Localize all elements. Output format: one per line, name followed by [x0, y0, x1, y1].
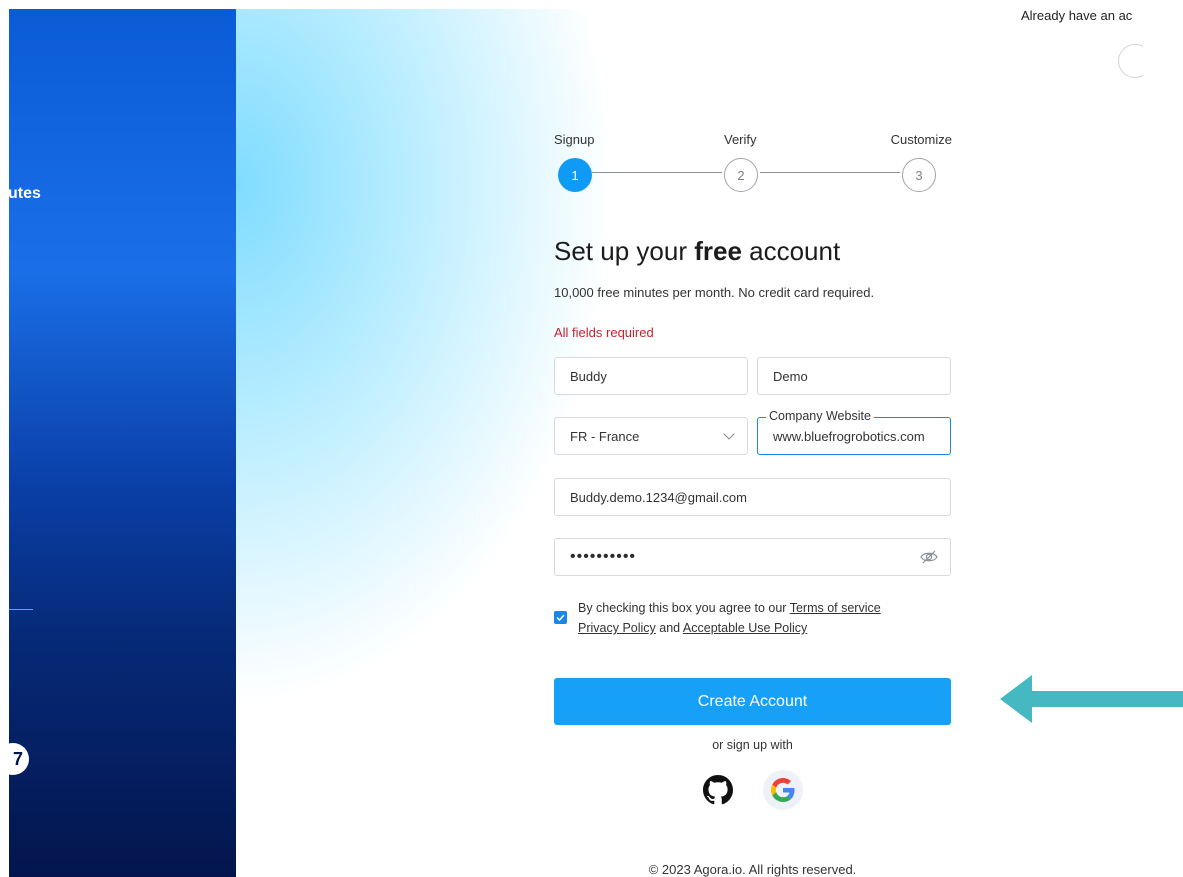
company-website-value: www.bluefrogrobotics.com [773, 428, 925, 444]
step-customize-label: Customize [890, 132, 952, 147]
page-title: Set up your free account [554, 236, 841, 266]
hero-badge: 7 [9, 743, 29, 775]
email-input[interactable]: Buddy.demo.1234@gmail.com [554, 478, 951, 516]
copyright-footer: © 2023 Agora.io. All rights reserved. [648, 862, 857, 877]
first-name-input[interactable]: Buddy [554, 357, 748, 395]
step-signup-label: Signup [554, 132, 595, 147]
password-input[interactable]: •••••••••• [554, 538, 951, 576]
checkmark-icon [556, 614, 565, 621]
required-note: All fields required [554, 325, 654, 340]
terms-of-service-link[interactable]: Terms of service [790, 601, 881, 615]
signup-stepper: Signup Verify Customize 1 2 3 [554, 130, 952, 200]
page-subtitle: 10,000 free minutes per month. No credit… [554, 285, 875, 300]
terms-consent: By checking this box you agree to our Te… [578, 601, 881, 635]
annotation-arrow-icon [1000, 675, 1183, 723]
step-1-indicator: 1 [558, 158, 592, 192]
country-select[interactable]: FR - France [554, 417, 748, 455]
hero-tagline: utes [9, 185, 41, 202]
step-connector [592, 172, 722, 173]
create-account-button[interactable]: Create Account [554, 678, 951, 725]
privacy-policy-link[interactable]: Privacy Policy [578, 621, 656, 635]
page-edge [1143, 0, 1183, 100]
google-signup-button[interactable] [763, 770, 803, 810]
acceptable-use-policy-link[interactable]: Acceptable Use Policy [683, 621, 807, 635]
company-website-label: Company Website [766, 409, 874, 423]
chevron-down-icon [723, 428, 735, 440]
github-icon [703, 775, 733, 805]
hero-panel: utes 7 [9, 9, 236, 877]
step-2-indicator: 2 [724, 158, 758, 192]
google-icon [771, 778, 795, 802]
eye-off-icon[interactable] [920, 549, 938, 565]
terms-checkbox[interactable] [554, 611, 567, 624]
login-prompt[interactable]: Already have an ac [1021, 8, 1132, 23]
password-value: •••••••••• [570, 548, 637, 565]
alt-signup-label: or sign up with [712, 738, 793, 752]
step-connector [760, 172, 900, 173]
company-website-input[interactable]: Company Website www.bluefrogrobotics.com [757, 409, 951, 455]
step-verify-label: Verify [724, 132, 757, 147]
step-3-indicator: 3 [902, 158, 936, 192]
github-signup-button[interactable] [698, 770, 738, 810]
last-name-input[interactable]: Demo [757, 357, 951, 395]
hero-divider [9, 609, 33, 610]
